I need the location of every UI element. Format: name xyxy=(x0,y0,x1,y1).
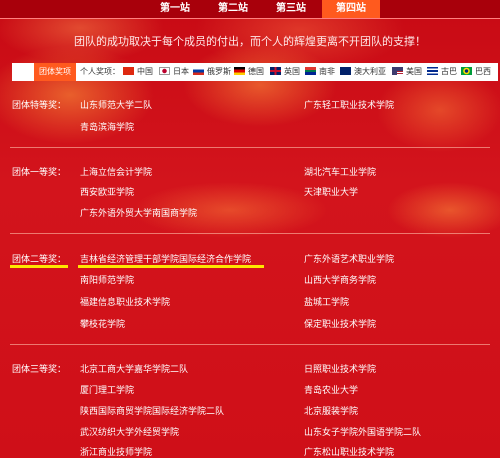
uk-flag-icon xyxy=(270,67,281,75)
list-item[interactable]: 武汉纺织大学外经贸学院 xyxy=(80,425,179,438)
russia-flag-icon xyxy=(193,67,204,75)
nav-individual-label: 个人奖项： xyxy=(80,67,120,76)
section-divider xyxy=(10,344,490,345)
highlight-underline xyxy=(78,265,264,268)
list-item[interactable]: 广东松山职业技术学院 xyxy=(304,445,394,458)
list-item[interactable]: 上海立信会计学院 xyxy=(80,165,152,178)
list-item[interactable]: 福建信息职业技术学院 xyxy=(80,295,170,308)
list-item[interactable]: 北京服装学院 xyxy=(304,404,358,417)
section-divider xyxy=(10,147,490,148)
nav-country-australia[interactable]: 澳大利亚 xyxy=(340,63,386,81)
nav-country-germany[interactable]: 德国 xyxy=(234,63,264,81)
list-item[interactable]: 攀枝花学院 xyxy=(80,317,125,330)
list-item[interactable]: 山东女子学院外国语学院二队 xyxy=(304,425,421,438)
tab-station-4[interactable]: 第四站 xyxy=(322,0,380,18)
list-item[interactable]: 青岛滨海学院 xyxy=(80,120,134,133)
list-item[interactable]: 陕西国际商贸学院国际经济学院二队 xyxy=(80,404,224,417)
list-item[interactable]: 广东外语外贸大学南国商学院 xyxy=(80,206,197,219)
china-flag-icon xyxy=(123,67,134,75)
award-nav: 团体奖项 个人奖项： 中国 日本 俄罗斯 德国 英国 南非 澳大利亚 美国 古巴… xyxy=(12,63,498,81)
list-item[interactable]: 青岛农业大学 xyxy=(304,383,358,396)
list-item[interactable]: 山东师范大学二队 xyxy=(80,98,152,111)
nav-country-china[interactable]: 中国 xyxy=(123,63,153,81)
germany-flag-icon xyxy=(234,67,245,75)
nav-country-brazil[interactable]: 巴西 xyxy=(461,63,491,81)
list-item[interactable]: 天津职业大学 xyxy=(304,185,358,198)
section-divider xyxy=(10,233,490,234)
list-item[interactable]: 南阳师范学院 xyxy=(80,273,134,286)
list-item[interactable]: 浙江商业技师学院 xyxy=(80,445,152,458)
list-item[interactable]: 厦门理工学院 xyxy=(80,383,134,396)
list-item[interactable]: 保定职业技术学院 xyxy=(304,317,376,330)
list-item[interactable]: 山西大学商务学院 xyxy=(304,273,376,286)
list-item[interactable]: 广东轻工职业技术学院 xyxy=(304,98,394,111)
nav-country-usa[interactable]: 美国 xyxy=(392,63,422,81)
list-item[interactable]: 日照职业技术学院 xyxy=(304,362,376,375)
brazil-flag-icon xyxy=(461,67,472,75)
list-item[interactable]: 广东外语艺术职业学院 xyxy=(304,252,394,265)
tab-station-1[interactable]: 第一站 xyxy=(146,0,204,18)
nav-country-cuba[interactable]: 古巴 xyxy=(427,63,457,81)
list-item[interactable]: 吉林省经济管理干部学院国际经济合作学院 xyxy=(80,252,251,265)
highlight-underline xyxy=(10,265,68,268)
list-item[interactable]: 西安欧亚学院 xyxy=(80,185,134,198)
nav-country-russia[interactable]: 俄罗斯 xyxy=(193,63,231,81)
australia-flag-icon xyxy=(340,67,351,75)
list-item[interactable]: 北京工商大学嘉华学院二队 xyxy=(80,362,188,375)
cuba-flag-icon xyxy=(427,67,438,75)
nav-country-uk[interactable]: 英国 xyxy=(270,63,300,81)
nav-country-japan[interactable]: 日本 xyxy=(159,63,189,81)
south-africa-flag-icon xyxy=(305,67,316,75)
award-label-second: 团体二等奖： xyxy=(12,255,67,265)
usa-flag-icon xyxy=(392,67,403,75)
list-item[interactable]: 湖北汽车工业学院 xyxy=(304,165,376,178)
tab-station-2[interactable]: 第二站 xyxy=(204,0,262,18)
award-label-special: 团体特等奖： xyxy=(12,101,67,111)
nav-team-awards[interactable]: 团体奖项 xyxy=(34,63,76,81)
slogan: 团队的成功取决于每个成员的付出，而个人的辉煌更离不开团队的支撑！ xyxy=(74,35,426,48)
list-item[interactable]: 盐城工学院 xyxy=(304,295,349,308)
top-tab-bar: 第一站 第二站 第三站 第四站 xyxy=(0,0,500,19)
award-label-third: 团体三等奖： xyxy=(12,365,67,375)
japan-flag-icon xyxy=(159,67,170,75)
tab-station-3[interactable]: 第三站 xyxy=(262,0,320,18)
award-label-first: 团体一等奖： xyxy=(12,168,67,178)
nav-country-south-africa[interactable]: 南非 xyxy=(305,63,335,81)
